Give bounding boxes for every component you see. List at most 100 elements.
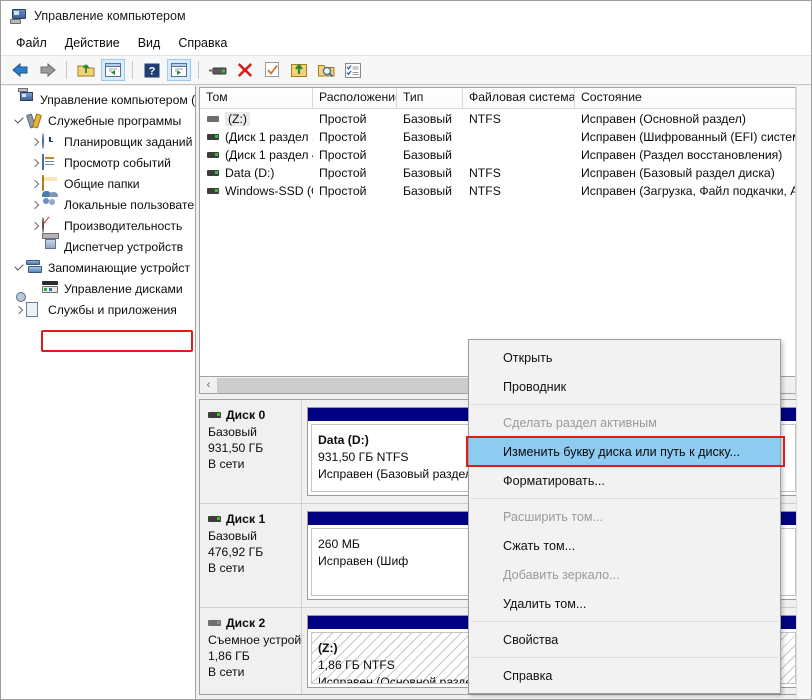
help-icon[interactable]: ?	[140, 59, 164, 81]
volume-status: Исправен (Основной раздел)	[575, 112, 805, 126]
disk-label-panel[interactable]: Диск 1 Базовый 476,92 ГБ В сети	[200, 504, 302, 607]
device-manager-icon	[42, 239, 60, 255]
chevron-down-icon[interactable]	[11, 110, 26, 131]
table-row[interactable]: (Z:) Простой Базовый NTFS Исправен (Осно…	[200, 110, 806, 128]
menu-action[interactable]: Действие	[59, 34, 130, 53]
show-hide-tree-icon[interactable]	[101, 59, 125, 81]
tree-item-computer-management[interactable]: Управление компьютером (л	[1, 89, 195, 110]
table-row[interactable]: Windows-SSD (C:) Простой Базовый NTFS Ис…	[200, 182, 806, 200]
rescan-icon[interactable]	[260, 59, 284, 81]
chevron-right-icon[interactable]	[27, 131, 42, 152]
users-icon	[42, 197, 60, 213]
disk-size: 476,92 ГБ	[208, 544, 296, 560]
volume-type: Базовый	[397, 184, 463, 198]
context-menu-item-open[interactable]: Открыть	[469, 343, 780, 372]
chevron-right-icon[interactable]	[27, 194, 42, 215]
tree-item-label: Планировщик заданий	[64, 135, 196, 149]
disk-properties-icon[interactable]	[206, 59, 230, 81]
volume-type: Базовый	[397, 112, 463, 126]
volume-status: Исправен (Раздел восстановления)	[575, 148, 805, 162]
tools-icon	[26, 113, 44, 129]
disk-management-highlight	[41, 330, 193, 352]
menu-view[interactable]: Вид	[132, 34, 171, 53]
column-header-layout[interactable]: Расположение	[313, 88, 397, 108]
volume-filesystem: NTFS	[463, 184, 575, 198]
back-icon[interactable]	[8, 59, 32, 81]
search-icon[interactable]	[314, 59, 338, 81]
partition-info: 260 МБ Исправен (Шиф	[311, 528, 470, 596]
delete-icon[interactable]	[233, 59, 257, 81]
window-vscrollbar[interactable]	[796, 86, 811, 699]
partition-size-fs: 260 МБ	[318, 536, 463, 553]
menu-file[interactable]: Файл	[10, 34, 57, 53]
tree-item-label: Локальные пользовате	[64, 198, 196, 212]
disk-name: Диск 1	[226, 512, 265, 526]
disk-bar-icon	[208, 412, 221, 418]
column-header-status[interactable]: Состояние	[575, 88, 805, 108]
scroll-left-arrow-icon[interactable]: ‹	[200, 378, 217, 393]
context-menu: Открыть Проводник Сделать раздел активны…	[468, 339, 781, 694]
volume-bar-icon	[207, 170, 219, 176]
context-menu-item-change-drive-letter[interactable]: Изменить букву диска или путь к диску...	[469, 437, 780, 466]
tree-item-label: Запоминающие устройст	[48, 261, 194, 275]
context-menu-item-shrink-volume[interactable]: Сжать том...	[469, 531, 780, 560]
chevron-right-icon[interactable]	[27, 215, 42, 236]
table-row[interactable]: Data (D:) Простой Базовый NTFS Исправен …	[200, 164, 806, 182]
volume-list: Том Расположение Тип Файловая система Со…	[199, 87, 807, 377]
tree-item-storage[interactable]: Запоминающие устройст	[1, 257, 195, 278]
chevron-right-icon[interactable]	[11, 299, 26, 320]
table-row[interactable]: (Диск 1 раздел 4) Простой Базовый Исправ…	[200, 146, 806, 164]
results-pane: Том Расположение Тип Файловая система Со…	[196, 86, 811, 699]
chevron-right-icon[interactable]	[27, 173, 42, 194]
chevron-right-icon[interactable]	[27, 152, 42, 173]
forward-icon[interactable]	[35, 59, 59, 81]
disk-size: 931,50 ГБ	[208, 440, 296, 456]
disk-label-panel[interactable]: Диск 2 Съемное устрой 1,86 ГБ В сети	[200, 608, 302, 695]
context-menu-item-format[interactable]: Форматировать...	[469, 466, 780, 495]
disk-label-panel[interactable]: Диск 0 Базовый 931,50 ГБ В сети	[200, 400, 302, 503]
context-menu-item-explorer[interactable]: Проводник	[469, 372, 780, 401]
tree-item-label: Служебные программы	[48, 114, 185, 128]
tree-twisty-none	[27, 236, 42, 257]
tree-item-task-scheduler[interactable]: Планировщик заданий	[1, 131, 195, 152]
volume-list-rows: (Z:) Простой Базовый NTFS Исправен (Осно…	[200, 109, 806, 200]
tree-item-label: Общие папки	[64, 177, 144, 191]
toolbar-separator-2	[132, 61, 133, 79]
tree-item-shared-folders[interactable]: Общие папки	[1, 173, 195, 194]
tree-item-system-tools[interactable]: Служебные программы	[1, 110, 195, 131]
tree-item-event-viewer[interactable]: Просмотр событий	[1, 152, 195, 173]
tree-item-performance[interactable]: Производительность	[1, 215, 195, 236]
volume-layout: Простой	[313, 112, 397, 126]
tree-item-services-and-applications[interactable]: Службы и приложения	[1, 299, 195, 320]
tree-item-label: Службы и приложения	[48, 303, 181, 317]
volume-name: (Z:)	[225, 112, 250, 126]
column-header-type[interactable]: Тип	[397, 88, 463, 108]
show-action-pane-icon[interactable]	[167, 59, 191, 81]
computer-icon	[18, 92, 36, 108]
tree-item-local-users[interactable]: Локальные пользовате	[1, 194, 195, 215]
menu-bar: Файл Действие Вид Справка	[1, 31, 811, 55]
volume-bar-icon	[207, 188, 219, 194]
tree-item-label: Управление компьютером (л	[40, 93, 196, 107]
volume-type: Базовый	[397, 130, 463, 144]
tree-item-device-manager[interactable]: Диспетчер устройств	[1, 236, 195, 257]
partition-block[interactable]: 260 МБ Исправен (Шиф	[307, 511, 474, 600]
menu-help[interactable]: Справка	[172, 34, 237, 53]
up-folder-icon[interactable]	[74, 59, 98, 81]
context-menu-item-help[interactable]: Справка	[469, 661, 780, 690]
volume-bar-icon	[207, 134, 219, 140]
volume-layout: Простой	[313, 130, 397, 144]
sidebar-item-disk-management[interactable]: Управление дисками	[1, 278, 195, 299]
task-list-icon[interactable]	[341, 59, 365, 81]
context-menu-item-extend-volume: Расширить том...	[469, 502, 780, 531]
chevron-down-icon[interactable]	[11, 257, 26, 278]
column-header-filesystem[interactable]: Файловая система	[463, 88, 575, 108]
volume-bar-icon	[207, 152, 219, 158]
export-icon[interactable]	[287, 59, 311, 81]
disk-bar-icon	[208, 516, 221, 522]
context-menu-item-properties[interactable]: Свойства	[469, 625, 780, 654]
table-row[interactable]: (Диск 1 раздел 1) Простой Базовый Исправ…	[200, 128, 806, 146]
column-header-volume[interactable]: Том	[200, 88, 313, 108]
context-menu-item-delete-volume[interactable]: Удалить том...	[469, 589, 780, 618]
context-menu-separator	[471, 657, 778, 658]
